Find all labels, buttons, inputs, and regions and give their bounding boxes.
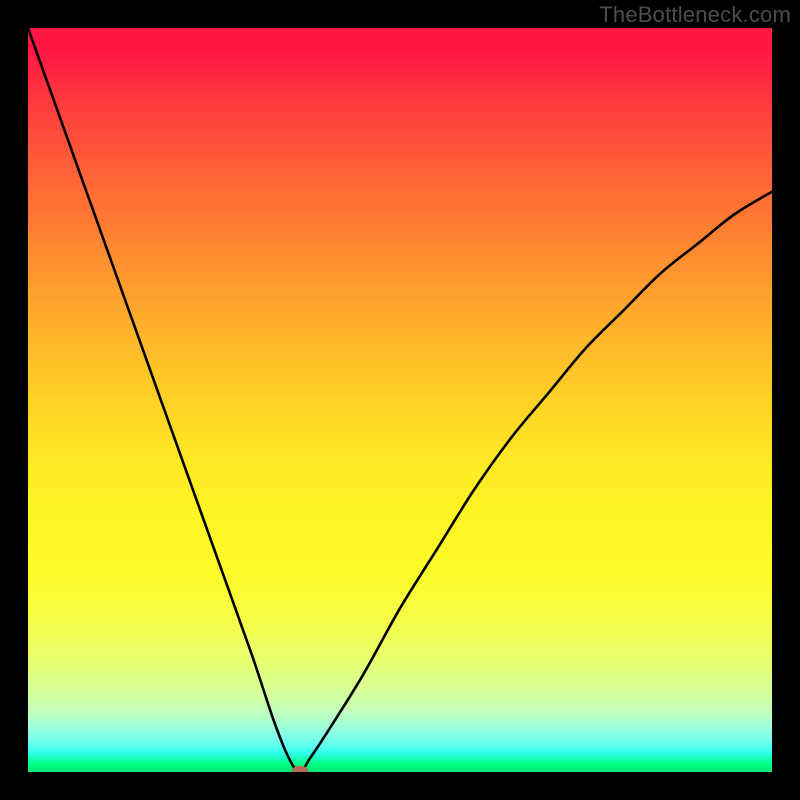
plot-area [28,28,772,772]
bottleneck-curve [28,28,772,772]
watermark-text: TheBottleneck.com [599,2,791,28]
optimal-marker-icon [292,766,308,772]
chart-frame: TheBottleneck.com [0,0,800,800]
